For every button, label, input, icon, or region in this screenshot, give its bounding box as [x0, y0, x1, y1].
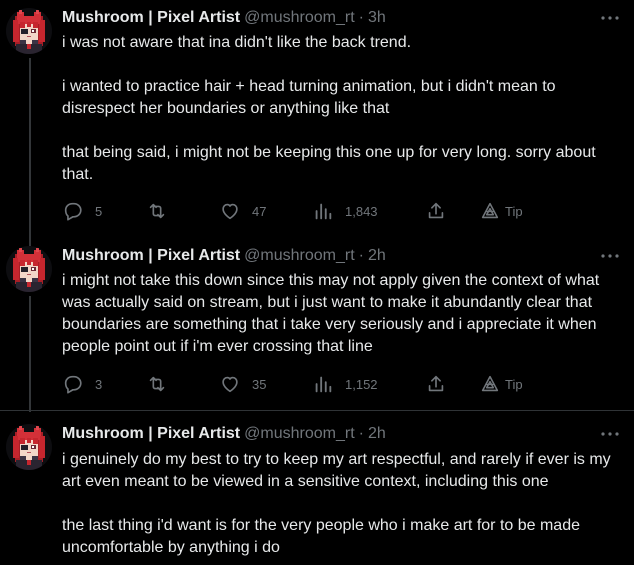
more-options-button[interactable] — [600, 8, 620, 28]
separator-dot: · — [358, 425, 364, 442]
view-count: 1,152 — [345, 376, 378, 392]
tweet-timestamp[interactable]: 2h — [368, 246, 386, 266]
tweet[interactable]: Mushroom | Pixel Artist @mushroom_rt · 2… — [0, 238, 634, 412]
tweet-timestamp[interactable]: 2h — [368, 424, 386, 444]
display-name[interactable]: Mushroom | Pixel Artist — [62, 246, 240, 266]
share-icon — [428, 375, 444, 392]
reply-count: 5 — [95, 203, 103, 219]
tweet-text: i genuinely do my best to try to keep my… — [62, 449, 622, 559]
tip-label: Tip — [505, 203, 523, 219]
tweet-text: i might not take this down since this ma… — [62, 270, 622, 358]
like-button[interactable]: 47 — [219, 199, 266, 223]
views-button[interactable]: 1,152 — [312, 372, 378, 396]
tweet-timestamp[interactable]: 3h — [368, 8, 386, 28]
avatar[interactable] — [6, 246, 52, 292]
retweet-button[interactable] — [146, 372, 168, 396]
separator-dot: · — [358, 9, 364, 26]
tweet-header: Mushroom | Pixel Artist @mushroom_rt · 2… — [62, 246, 386, 266]
tip-button[interactable]: Tip — [479, 199, 523, 223]
tweet-paragraph: the last thing i'd want is for the very … — [62, 517, 580, 556]
tip-label: Tip — [505, 376, 523, 392]
reply-count: 3 — [95, 376, 103, 392]
reply-icon — [64, 375, 82, 394]
tweet-paragraph: i genuinely do my best to try to keep my… — [62, 451, 611, 490]
share-button[interactable] — [425, 372, 447, 396]
display-name[interactable]: Mushroom | Pixel Artist — [62, 8, 240, 28]
thread-connector-line — [29, 296, 31, 412]
pixel-art-avatar — [6, 424, 52, 470]
tweet-header: Mushroom | Pixel Artist @mushroom_rt · 3… — [62, 8, 386, 28]
user-handle[interactable]: @mushroom_rt — [244, 424, 355, 444]
pixel-art-avatar — [6, 246, 52, 292]
tweet-text: i was not aware that ina didn't like the… — [62, 32, 622, 186]
more-icon — [601, 254, 619, 258]
reply-button[interactable]: 3 — [62, 372, 102, 396]
views-icon — [315, 203, 332, 220]
more-icon — [601, 16, 619, 20]
tweet-paragraph: that being said, i might not be keeping … — [62, 144, 596, 183]
tweet-paragraph: i wanted to practice hair + head turning… — [62, 78, 556, 117]
avatar[interactable] — [6, 424, 52, 470]
tip-button[interactable]: Tip — [479, 372, 523, 396]
views-icon — [315, 376, 332, 393]
view-count: 1,843 — [345, 203, 378, 219]
avatar[interactable] — [6, 8, 52, 54]
user-handle[interactable]: @mushroom_rt — [244, 246, 355, 266]
heart-icon — [222, 376, 238, 393]
tip-icon — [481, 375, 499, 392]
tweet-header: Mushroom | Pixel Artist @mushroom_rt · 2… — [62, 424, 386, 444]
retweet-icon — [149, 203, 165, 219]
reply-icon — [64, 202, 82, 221]
pixel-art-avatar — [6, 8, 52, 54]
tweet-actions: 5 47 1,843 Tip — [62, 199, 542, 223]
retweet-icon — [149, 376, 165, 392]
tweet[interactable]: Mushroom | Pixel Artist @mushroom_rt · 3… — [0, 0, 634, 248]
thread-connector-line — [29, 58, 31, 248]
share-button[interactable] — [425, 199, 447, 223]
tip-icon — [481, 202, 499, 219]
reply-button[interactable]: 5 — [62, 199, 102, 223]
more-icon — [601, 432, 619, 436]
more-options-button[interactable] — [600, 246, 620, 266]
tweet-paragraph: i was not aware that ina didn't like the… — [62, 34, 412, 51]
heart-icon — [222, 203, 238, 220]
like-count: 47 — [252, 203, 267, 219]
retweet-button[interactable] — [146, 199, 168, 223]
tweet-actions: 3 35 1,152 Tip — [62, 372, 542, 396]
user-handle[interactable]: @mushroom_rt — [244, 8, 355, 28]
display-name[interactable]: Mushroom | Pixel Artist — [62, 424, 240, 444]
views-button[interactable]: 1,843 — [312, 199, 378, 223]
like-button[interactable]: 35 — [219, 372, 266, 396]
share-icon — [428, 202, 444, 219]
like-count: 35 — [252, 376, 267, 392]
separator-dot: · — [358, 247, 364, 264]
more-options-button[interactable] — [600, 424, 620, 444]
tweet[interactable]: Mushroom | Pixel Artist @mushroom_rt · 2… — [0, 410, 634, 565]
tweet-paragraph: i might not take this down since this ma… — [62, 272, 600, 355]
